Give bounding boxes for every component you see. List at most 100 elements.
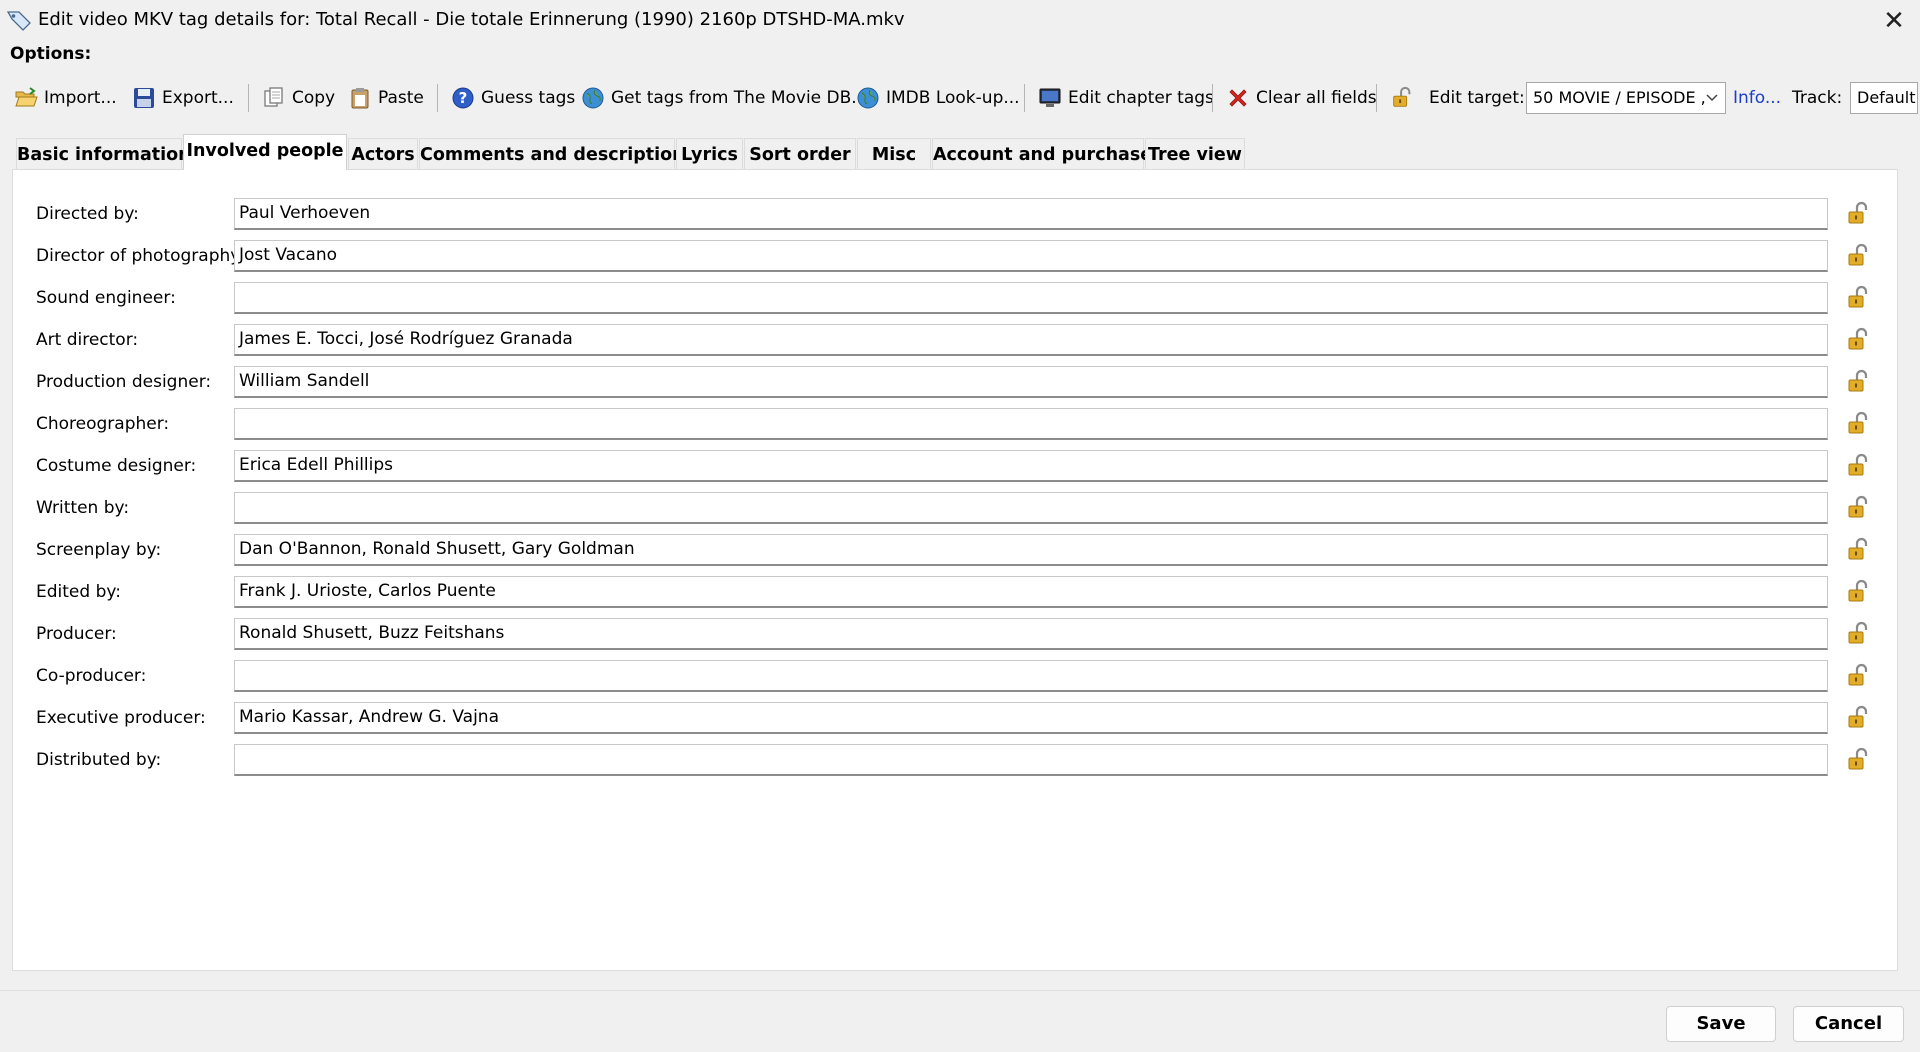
info-link[interactable]: Info...: [1733, 80, 1781, 116]
copy-button[interactable]: Copy: [262, 80, 335, 116]
tab-lyrics[interactable]: Lyrics: [676, 138, 743, 170]
field-label: Production designer:: [36, 372, 212, 392]
export-button[interactable]: Export...: [132, 80, 234, 116]
tab-tree-view[interactable]: Tree view: [1145, 138, 1245, 170]
art-director-input[interactable]: James E. Tocci, José Rodríguez Granada: [234, 324, 1828, 356]
track-label: Track:: [1792, 88, 1843, 108]
field-row-edited-by: Edited by: Frank J. Urioste, Carlos Puen…: [13, 576, 1899, 610]
floppy-disk-icon: [134, 88, 154, 108]
padlock-open-icon[interactable]: [1845, 243, 1871, 269]
field-label: Art director:: [36, 330, 139, 350]
tab-actors[interactable]: Actors: [348, 138, 418, 170]
screenplay-by-input[interactable]: Dan O'Bannon, Ronald Shusett, Gary Goldm…: [234, 534, 1828, 566]
padlock-open-icon[interactable]: [1845, 621, 1871, 647]
field-label: Directed by:: [36, 204, 139, 224]
field-label: Edited by:: [36, 582, 121, 602]
field-label: Written by:: [36, 498, 130, 518]
globe-icon: [857, 87, 879, 109]
copy-label: Copy: [292, 88, 336, 108]
field-row-choreographer: Choreographer:: [13, 408, 1899, 442]
producer-input[interactable]: Ronald Shusett, Buzz Feitshans: [234, 618, 1828, 650]
choreographer-input[interactable]: [234, 408, 1828, 440]
padlock-open-icon[interactable]: [1845, 747, 1871, 773]
clear-all-fields-button[interactable]: Clear all fields: [1226, 80, 1377, 116]
track-select[interactable]: Default: [1850, 82, 1918, 114]
executive-producer-input[interactable]: Mario Kassar, Andrew G. Vajna: [234, 702, 1828, 734]
field-label: Sound engineer:: [36, 288, 176, 308]
monitor-icon: [1039, 88, 1061, 107]
field-row-written-by: Written by:: [13, 492, 1899, 526]
edit-chapter-tags-label: Edit chapter tags: [1068, 88, 1214, 108]
field-label: Director of photography:: [36, 246, 245, 266]
field-label: Executive producer:: [36, 708, 206, 728]
costume-designer-input[interactable]: Erica Edell Phillips: [234, 450, 1828, 482]
get-tags-tmdb-label: Get tags from The Movie DB...: [611, 88, 868, 108]
field-label: Costume designer:: [36, 456, 197, 476]
padlock-open-icon[interactable]: [1845, 495, 1871, 521]
cancel-button[interactable]: Cancel: [1793, 1006, 1904, 1042]
padlock-open-icon[interactable]: [1845, 453, 1871, 479]
tag-icon: [6, 11, 31, 31]
edit-target-select[interactable]: 50 MOVIE / EPISODE ,: [1526, 82, 1726, 114]
globe-icon: [582, 87, 604, 109]
tab-comments-and-description[interactable]: Comments and description: [419, 138, 685, 170]
edit-target-label: Edit target:: [1429, 88, 1525, 108]
involved-people-panel: Directed by: Paul Verhoeven Director of …: [12, 169, 1898, 971]
guess-tags-label: Guess tags: [481, 88, 576, 108]
question-icon: ?: [452, 87, 474, 109]
director-of-photography-input[interactable]: Jost Vacano: [234, 240, 1828, 272]
field-row-production-designer: Production designer: William Sandell: [13, 366, 1899, 400]
imdb-lookup-button[interactable]: IMDB Look-up...: [856, 80, 1020, 116]
import-button[interactable]: Import...: [14, 80, 117, 116]
padlock-open-icon[interactable]: [1845, 411, 1871, 437]
paste-button[interactable]: Paste: [348, 80, 424, 116]
clear-all-fields-label: Clear all fields: [1256, 88, 1377, 108]
edit-target-lock-button[interactable]: [1390, 80, 1420, 116]
padlock-open-icon[interactable]: [1845, 663, 1871, 689]
toolbar-separator: [248, 84, 249, 112]
tab-account-and-purchase[interactable]: Account and purchase: [932, 138, 1152, 170]
field-row-director-of-photography: Director of photography: Jost Vacano: [13, 240, 1899, 274]
co-producer-input[interactable]: [234, 660, 1828, 692]
save-button[interactable]: Save: [1666, 1006, 1776, 1042]
footer-divider: [0, 990, 1920, 991]
toolbar-separator: [1376, 84, 1377, 112]
field-row-screenplay-by: Screenplay by: Dan O'Bannon, Ronald Shus…: [13, 534, 1899, 568]
toolbar-separator: [1024, 84, 1025, 112]
directed-by-input[interactable]: Paul Verhoeven: [234, 198, 1828, 230]
edited-by-input[interactable]: Frank J. Urioste, Carlos Puente: [234, 576, 1828, 608]
get-tags-tmdb-button[interactable]: Get tags from The Movie DB...: [581, 80, 868, 116]
track-value: Default: [1857, 88, 1916, 107]
field-row-sound-engineer: Sound engineer:: [13, 282, 1899, 316]
production-designer-input[interactable]: William Sandell: [234, 366, 1828, 398]
chevron-down-icon: [1706, 94, 1718, 102]
sound-engineer-input[interactable]: [234, 282, 1828, 314]
padlock-open-icon[interactable]: [1845, 537, 1871, 563]
tab-involved-people[interactable]: Involved people: [183, 134, 347, 170]
guess-tags-button[interactable]: ? Guess tags: [451, 80, 575, 116]
imdb-lookup-label: IMDB Look-up...: [886, 88, 1020, 108]
options-label: Options:: [10, 44, 92, 64]
export-label: Export...: [162, 88, 234, 108]
paste-label: Paste: [378, 88, 424, 108]
tab-bar: Basic information Involved people Actors…: [0, 134, 1920, 170]
field-label: Co-producer:: [36, 666, 147, 686]
distributed-by-input[interactable]: [234, 744, 1828, 776]
field-label: Choreographer:: [36, 414, 170, 434]
tab-misc[interactable]: Misc: [857, 138, 931, 170]
edit-chapter-tags-button[interactable]: Edit chapter tags: [1038, 80, 1214, 116]
padlock-open-icon[interactable]: [1845, 327, 1871, 353]
tab-sort-order[interactable]: Sort order: [744, 138, 856, 170]
padlock-open-icon[interactable]: [1845, 285, 1871, 311]
written-by-input[interactable]: [234, 492, 1828, 524]
padlock-open-icon[interactable]: [1845, 579, 1871, 605]
padlock-open-icon[interactable]: [1845, 369, 1871, 395]
edit-target-value: 50 MOVIE / EPISODE ,: [1533, 88, 1706, 107]
close-button[interactable]: ✕: [1876, 4, 1912, 38]
tab-basic-information[interactable]: Basic information: [16, 138, 191, 170]
field-row-co-producer: Co-producer:: [13, 660, 1899, 694]
field-row-producer: Producer: Ronald Shusett, Buzz Feitshans: [13, 618, 1899, 652]
toolbar-separator: [1212, 84, 1213, 112]
padlock-open-icon[interactable]: [1845, 705, 1871, 731]
padlock-open-icon[interactable]: [1845, 201, 1871, 227]
